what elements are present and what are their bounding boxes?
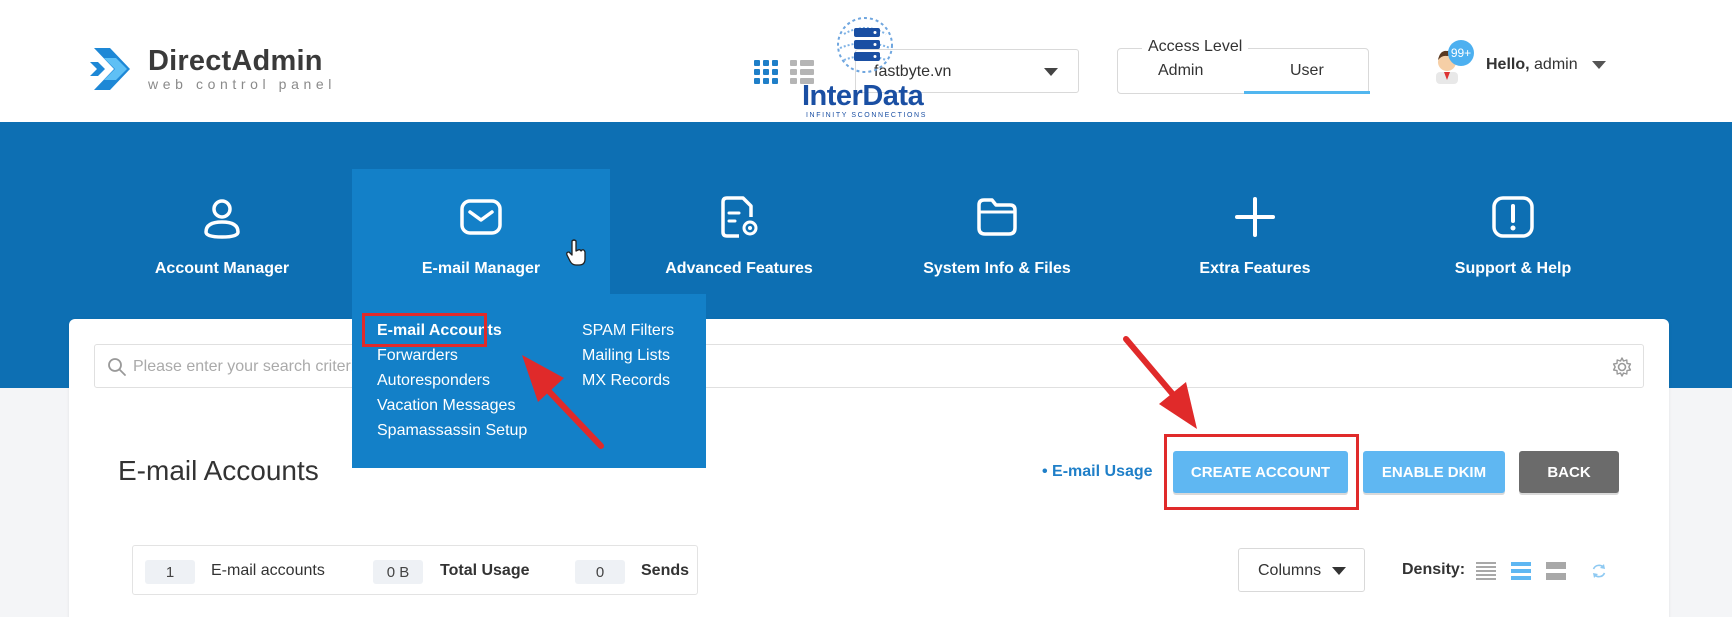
logo-tagline: web control panel (148, 76, 336, 92)
search-icon (108, 358, 126, 376)
hand-cursor-icon (566, 239, 586, 266)
enable-dkim-button[interactable]: ENABLE DKIM (1363, 451, 1505, 493)
access-level-switch: Access Level Admin User (1117, 38, 1370, 94)
page-title: E-mail Accounts (118, 455, 319, 486)
density-medium-icon[interactable] (1511, 562, 1531, 580)
logo-chevron-icon (90, 42, 142, 96)
submenu-vacation-messages[interactable]: Vacation Messages (377, 397, 515, 415)
density-compact-icon[interactable] (1476, 562, 1496, 580)
nav-account-manager[interactable]: Account Manager (93, 122, 351, 290)
chevron-down-icon[interactable] (1591, 61, 1606, 69)
submenu-mailing-lists[interactable]: Mailing Lists (582, 347, 670, 365)
access-level-user[interactable]: User (1290, 62, 1324, 80)
user-icon (204, 199, 240, 239)
columns-label: Columns (1258, 562, 1322, 579)
directadmin-logo[interactable]: DirectAdmin web control panel (90, 42, 336, 96)
back-button[interactable]: BACK (1519, 451, 1619, 493)
nav-system-info-files[interactable]: System Info & Files (868, 122, 1126, 290)
nav-label: Extra Features (1199, 260, 1311, 277)
avatar: 99+ (1432, 40, 1474, 84)
access-level-selected-indicator (1244, 91, 1370, 94)
logo-name: DirectAdmin (148, 45, 323, 77)
globe-server-icon (837, 17, 893, 73)
notification-badge[interactable]: 99+ (1448, 40, 1474, 66)
stat-accounts-value: 1 (145, 560, 195, 584)
user-menu[interactable]: 99+ Hello, admin (1432, 40, 1606, 84)
access-level-admin[interactable]: Admin (1158, 62, 1203, 80)
top-header: DirectAdmin web control panel fastbyte.v… (0, 0, 1732, 122)
nav-advanced-features[interactable]: Advanced Features (610, 122, 868, 290)
envelope-icon (460, 199, 502, 235)
access-level-legend: Access Level (1142, 38, 1249, 56)
interdata-watermark: InterData INFINITY SCONNECTIONS (800, 12, 936, 119)
refresh-icon[interactable] (1590, 562, 1608, 580)
email-usage-link[interactable]: • E-mail Usage (1042, 463, 1153, 481)
nav-label: Account Manager (154, 260, 290, 277)
hello-text: Hello, (1486, 56, 1530, 73)
submenu-spamassassin-setup[interactable]: Spamassassin Setup (377, 422, 527, 440)
stats-bar: 1 E-mail accounts 0 B Total Usage 0 Send… (132, 545, 698, 595)
nav-label: Support & Help (1454, 260, 1572, 277)
create-account-highlight-box (1164, 434, 1359, 510)
density-label: Density: (1402, 561, 1466, 578)
stat-accounts-label: E-mail accounts (211, 562, 325, 579)
user-name: admin (1534, 56, 1578, 73)
stat-sends-label: Sends (641, 562, 690, 579)
nav-label: Advanced Features (665, 260, 813, 277)
user-greeting: Hello, admin (1486, 56, 1578, 74)
search-input[interactable]: Please enter your search criteria (94, 344, 1644, 388)
submenu-forwarders[interactable]: Forwarders (377, 347, 458, 365)
document-gear-icon (721, 196, 758, 238)
watermark-subtext: INFINITY SCONNECTIONS (806, 112, 927, 119)
submenu-autoresponders[interactable]: Autoresponders (377, 372, 490, 390)
plus-icon (1235, 197, 1275, 237)
watermark-text: InterData (802, 80, 924, 112)
density-large-icon[interactable] (1546, 562, 1566, 580)
email-accounts-highlight-box (362, 313, 487, 347)
nav-extra-features[interactable]: Extra Features (1126, 122, 1384, 290)
nav-support-help[interactable]: Support & Help (1384, 122, 1642, 290)
search-placeholder: Please enter your search criteria (133, 358, 364, 375)
nav-email-manager[interactable]: E-mail Manager (352, 169, 610, 295)
nav-label: System Info & Files (923, 260, 1071, 277)
alert-icon (1492, 196, 1534, 238)
stat-usage-value: 0 B (373, 560, 423, 584)
submenu-mx-records[interactable]: MX Records (582, 372, 670, 390)
submenu-spam-filters[interactable]: SPAM Filters (582, 322, 674, 340)
stat-sends-value: 0 (575, 560, 625, 584)
grid-view-icon[interactable] (754, 60, 778, 84)
columns-dropdown[interactable]: Columns (1238, 548, 1365, 592)
chevron-down-icon (1044, 68, 1058, 76)
folder-icon (977, 198, 1017, 236)
stat-usage-label: Total Usage (440, 562, 530, 579)
chevron-down-icon (1332, 567, 1346, 575)
gear-icon[interactable] (1611, 356, 1633, 378)
